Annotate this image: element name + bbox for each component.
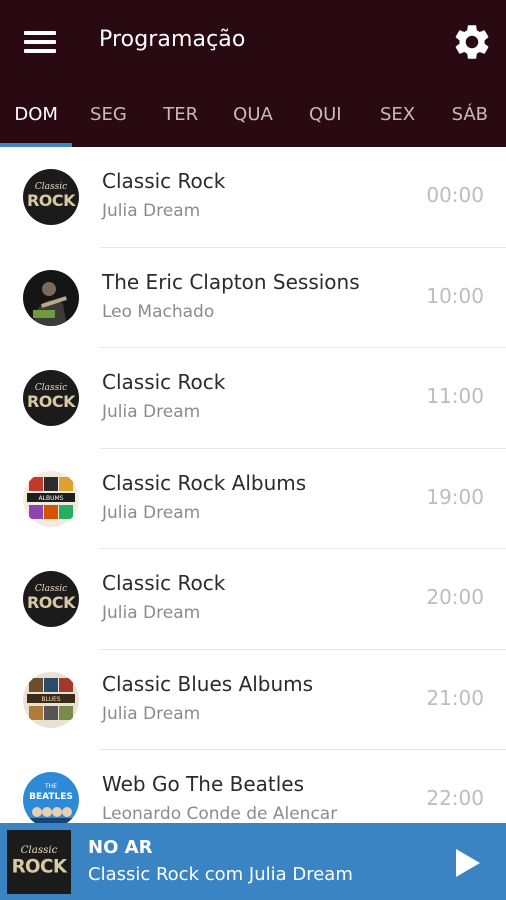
program-title: The Eric Clapton Sessions xyxy=(102,269,360,294)
program-time: 19:00 xyxy=(426,484,484,509)
tab-seg[interactable]: SEG xyxy=(72,84,144,147)
list-item[interactable]: The Eric Clapton Sessions Leo Machado 10:0… xyxy=(0,248,506,349)
program-host: Julia Dream xyxy=(102,603,201,623)
svg-text:BEATLES: BEATLES xyxy=(29,792,73,802)
list-item[interactable]: THE BEATLES Web Go The Beatles Leonardo Con… xyxy=(0,750,506,823)
tab-qui[interactable]: QUI xyxy=(289,84,361,147)
program-time: 11:00 xyxy=(426,384,484,408)
program-time: 10:00 xyxy=(426,283,484,308)
program-artwork: Classic ROCK xyxy=(23,370,79,426)
program-artwork xyxy=(23,269,79,326)
program-title: Classic Rock xyxy=(102,370,226,394)
hamburger-menu-icon[interactable] xyxy=(16,22,64,62)
list-item[interactable]: ALBUMS Classic Rock Albums Julia Dream 19:0… xyxy=(0,449,506,550)
program-time: 00:00 xyxy=(426,183,484,207)
program-title: Classic Rock xyxy=(102,571,226,595)
svg-text:ROCK: ROCK xyxy=(27,392,76,411)
list-item[interactable]: BLUES Classic Blues Albums Julia Dream 21:0… xyxy=(0,650,506,751)
tab-dom[interactable]: DOM xyxy=(0,84,73,147)
app-bar: Programação xyxy=(0,0,506,84)
on-air-label: NO AR xyxy=(88,837,153,858)
program-time: 21:00 xyxy=(426,685,484,710)
page-title: Programação xyxy=(99,27,246,52)
program-artwork: Classic ROCK xyxy=(23,169,79,225)
program-time: 20:00 xyxy=(426,585,484,609)
program-host: Julia Dream xyxy=(102,402,201,422)
play-icon[interactable] xyxy=(448,843,488,883)
svg-text:Classic: Classic xyxy=(21,844,58,856)
svg-text:ROCK: ROCK xyxy=(27,593,76,612)
tab-sab[interactable]: SÁB xyxy=(434,84,506,147)
program-host: Leo Machado xyxy=(102,301,215,322)
svg-text:BLUES: BLUES xyxy=(41,696,60,703)
program-title: Web Go The Beatles xyxy=(102,772,305,796)
list-item[interactable]: Classic ROCK Classic Rock Julia Dream 11:00 xyxy=(0,348,506,449)
program-artwork: Classic ROCK xyxy=(23,571,79,627)
now-playing-text: Classic Rock com Julia Dream xyxy=(88,864,353,885)
list-item[interactable]: Classic ROCK Classic Rock Julia Dream 20:00 xyxy=(0,549,506,650)
tab-ter[interactable]: TER xyxy=(145,84,217,147)
list-item[interactable]: Classic ROCK Classic Rock Julia Dream 00:00 xyxy=(0,147,506,248)
now-playing-bar[interactable]: Classic ROCK NO AR Classic Rock com Julia… xyxy=(0,823,506,900)
program-host: Julia Dream xyxy=(102,502,201,523)
gear-icon[interactable] xyxy=(446,16,498,68)
svg-text:THE: THE xyxy=(44,783,57,790)
program-host: Leonardo Conde de Alencar xyxy=(102,804,338,823)
top-bar: Programação DOM SEG TER QUA QUI SEX SÁB xyxy=(0,0,506,147)
program-artwork: THE BEATLES xyxy=(23,772,79,823)
program-host: Julia Dream xyxy=(102,201,201,221)
tab-sex[interactable]: SEX xyxy=(361,84,433,147)
svg-text:ALBUMS: ALBUMS xyxy=(39,495,64,502)
tab-qua[interactable]: QUA xyxy=(217,84,289,147)
program-title: Classic Blues Albums xyxy=(102,671,314,696)
program-time: 22:00 xyxy=(426,786,484,810)
program-artwork: BLUES xyxy=(23,671,79,728)
program-title: Classic Rock xyxy=(102,169,226,193)
svg-text:ROCK: ROCK xyxy=(12,856,68,877)
program-title: Classic Rock Albums xyxy=(102,470,307,495)
day-tabs: DOM SEG TER QUA QUI SEX SÁB xyxy=(0,84,506,147)
program-host: Julia Dream xyxy=(102,703,201,724)
program-artwork: ALBUMS xyxy=(23,470,79,527)
schedule-list: Classic ROCK Classic Rock Julia Dream 00:00 T… xyxy=(0,147,506,823)
svg-text:ROCK: ROCK xyxy=(27,191,76,210)
now-playing-artwork: Classic ROCK xyxy=(7,830,71,894)
